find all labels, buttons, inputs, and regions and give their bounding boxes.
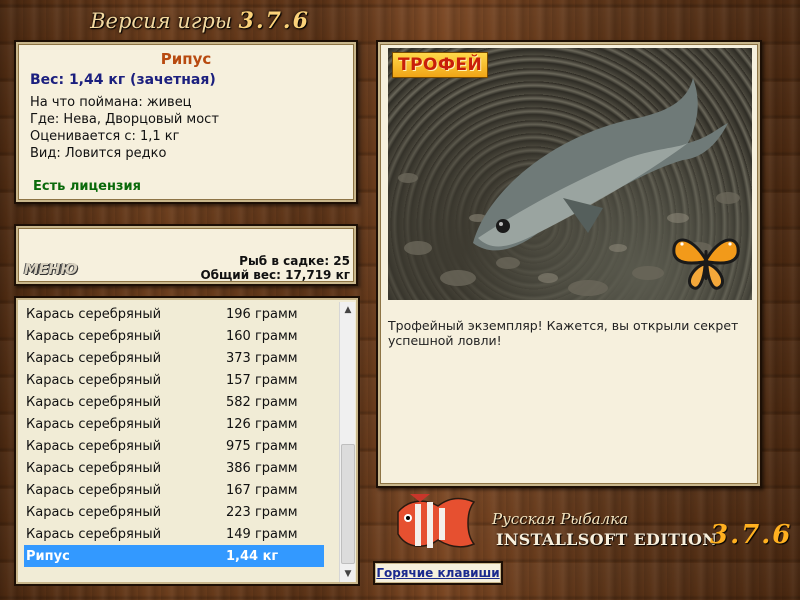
min-weight-line: Оценивается с: 1,1 кг xyxy=(30,129,180,144)
catch-fish-weight: 223 грамм xyxy=(226,504,298,520)
catch-fish-name: Карась серебряный xyxy=(26,460,162,476)
catch-fish-name: Карась серебряный xyxy=(26,306,162,322)
catch-list-row[interactable]: Карась серебряный 975 грамм xyxy=(24,435,324,457)
catch-list-row[interactable]: Карась серебряный 149 грамм xyxy=(24,523,324,545)
version-title: Версия игры 3.7.6 xyxy=(0,8,400,34)
catch-list[interactable]: Карась серебряный 196 грамм Карась серебря… xyxy=(14,296,360,586)
catch-stats-panel: МЕНЮ Рыб в садке: 25 Общий вес: 17,719 к… xyxy=(14,224,358,286)
license-status: Есть лицензия xyxy=(33,179,141,194)
catch-fish-name: Карась серебряный xyxy=(26,438,162,454)
catch-fish-name: Карась серебряный xyxy=(26,394,162,410)
rarity-line: Вид: Ловится редко xyxy=(30,146,167,161)
catch-list-row[interactable]: Карась серебряный 167 грамм xyxy=(24,479,324,501)
catch-fish-name: Рипус xyxy=(26,548,70,564)
fish-count: Рыб в садке: 25 xyxy=(239,254,350,268)
catch-fish-weight: 373 грамм xyxy=(226,350,298,366)
logo-fish-icon xyxy=(397,494,476,548)
catch-fish-weight: 126 грамм xyxy=(226,416,298,432)
fish-name: Рипус xyxy=(160,50,212,68)
scroll-thumb[interactable] xyxy=(341,444,355,564)
catch-fish-weight: 149 грамм xyxy=(226,526,298,542)
catch-fish-name: Карась серебряный xyxy=(26,526,162,542)
catch-list-scrollbar[interactable]: ▲ ▼ xyxy=(339,302,355,582)
catch-list-row[interactable]: Карась серебряный 223 грамм xyxy=(24,501,324,523)
catch-fish-weight: 160 грамм xyxy=(226,328,298,344)
trophy-badge: ТРОФЕЙ xyxy=(392,52,489,78)
catch-fish-weight: 157 грамм xyxy=(226,372,298,388)
menu-button[interactable]: МЕНЮ xyxy=(24,260,84,280)
catch-fish-name: Карась серебряный xyxy=(26,350,162,366)
version-number: 3.7.6 xyxy=(238,8,310,34)
hotkeys-button[interactable]: Горячие клавиши xyxy=(373,561,503,585)
brand-title: Русская Рыбалка xyxy=(492,510,629,528)
catch-list-row[interactable]: Карась серебряный 196 грамм xyxy=(24,303,324,325)
version-title-prefix: Версия игры xyxy=(90,9,232,33)
catch-fish-weight: 386 грамм xyxy=(226,460,298,476)
catch-fish-name: Карась серебряный xyxy=(26,328,162,344)
catch-list-row[interactable]: Карась серебряный 373 грамм xyxy=(24,347,324,369)
catch-fish-name: Карась серебряный xyxy=(26,416,162,432)
catch-summary: Рыб в садке: 25 Общий вес: 17,719 кг xyxy=(200,254,350,282)
catch-list-row[interactable]: Карась серебряный 386 грамм xyxy=(24,457,324,479)
catch-fish-name: Карась серебряный xyxy=(26,372,162,388)
catch-fish-name: Карась серебряный xyxy=(26,482,162,498)
fish-weight: Вес: 1,44 кг (зачетная) xyxy=(30,72,216,88)
catch-fish-weight: 167 грамм xyxy=(226,482,298,498)
catch-list-row[interactable]: Карась серебряный 126 грамм xyxy=(24,413,324,435)
fish-details: На что поймана: живец Где: Нева, Дворцов… xyxy=(30,94,342,162)
catch-fish-weight: 196 грамм xyxy=(226,306,298,322)
brand-version: 3.7.6 xyxy=(710,520,793,550)
fish-info-panel: Рипус Вес: 1,44 кг (зачетная) На что пой… xyxy=(14,40,358,204)
scroll-down-arrow-icon[interactable]: ▼ xyxy=(340,566,356,582)
butterfly-icon xyxy=(672,238,740,290)
catch-fish-name: Карась серебряный xyxy=(26,504,162,520)
total-weight: Общий вес: 17,719 кг xyxy=(200,268,350,282)
catch-list-row[interactable]: Рипус 1,44 кг xyxy=(24,545,324,567)
catch-list-row[interactable]: Карась серебряный 582 грамм xyxy=(24,391,324,413)
location-line: Где: Нева, Дворцовый мост xyxy=(30,112,219,127)
game-window: Версия игры 3.7.6 Рипус Вес: 1,44 кг (за… xyxy=(0,0,800,600)
scroll-up-arrow-icon[interactable]: ▲ xyxy=(340,302,356,318)
brand-edition: INSTALLSOFT EDITION xyxy=(496,530,718,549)
catch-fish-weight: 975 грамм xyxy=(226,438,298,454)
bait-line: На что поймана: живец xyxy=(30,95,192,110)
catch-fish-weight: 582 грамм xyxy=(226,394,298,410)
catch-list-items: Карась серебряный 196 грамм Карась серебря… xyxy=(24,303,324,567)
catch-fish-weight: 1,44 кг xyxy=(226,548,279,564)
fish-photo: ТРОФЕЙ xyxy=(388,48,752,300)
trophy-message: Трофейный экземпляр! Кажется, вы открыли… xyxy=(388,318,739,348)
trophy-panel: ТРОФЕЙ Трофейный экземпляр! Кажется, вы … xyxy=(376,40,762,488)
catch-list-row[interactable]: Карась серебряный 157 грамм xyxy=(24,369,324,391)
catch-list-row[interactable]: Карась серебряный 160 грамм xyxy=(24,325,324,347)
